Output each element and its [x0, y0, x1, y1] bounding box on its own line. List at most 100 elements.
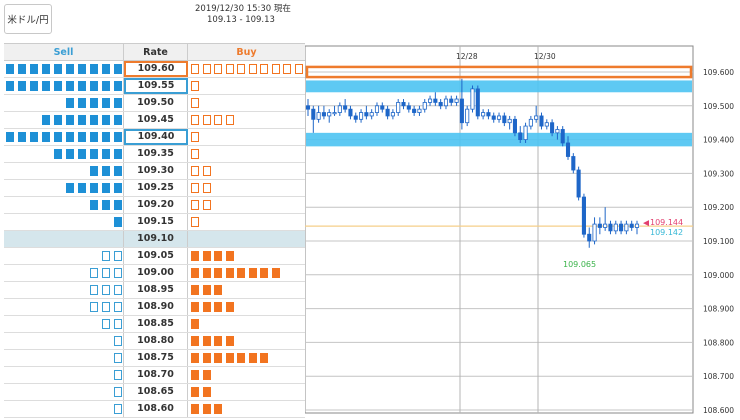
sell-volume-block — [90, 183, 98, 193]
buy-volume-block — [260, 268, 268, 278]
sell-volume — [4, 333, 124, 349]
sell-volume-block — [6, 81, 14, 91]
buy-volume — [188, 61, 305, 77]
buy-volume-block — [191, 217, 199, 227]
buy-volume-block — [191, 285, 199, 295]
sell-volume-block — [90, 166, 98, 176]
sell-volume-block — [90, 200, 98, 210]
order-book-row: 108.70 — [4, 367, 305, 384]
buy-volume — [188, 299, 305, 315]
candle-body — [465, 108, 470, 124]
buy-header: Buy — [236, 47, 257, 58]
buy-volume — [188, 180, 305, 196]
sell-volume-block — [102, 319, 110, 329]
buy-volume-block — [191, 319, 199, 329]
sell-volume — [4, 350, 124, 366]
sell-volume — [4, 401, 124, 417]
order-book-row: 108.95 — [4, 282, 305, 299]
sell-volume-block — [42, 115, 50, 125]
buy-volume-block — [225, 115, 234, 125]
candle-body — [343, 105, 348, 110]
candle-body — [507, 118, 512, 124]
sell-volume-block — [90, 268, 98, 278]
rate-cell: 108.70 — [124, 367, 188, 383]
candle-body — [475, 88, 480, 117]
sell-volume-block — [30, 81, 38, 91]
rate-cell: 108.60 — [124, 401, 188, 417]
sell-volume — [4, 316, 124, 332]
sell-volume-block — [90, 302, 98, 312]
buy-volume-block — [191, 404, 199, 414]
buy-volume — [188, 95, 305, 111]
sell-volume — [4, 180, 124, 196]
buy-volume — [188, 350, 305, 366]
order-book-row: 109.55 — [4, 78, 305, 95]
candle-body — [385, 108, 390, 117]
sell-volume — [4, 231, 124, 247]
low-price-label: 109.065 — [563, 260, 596, 269]
buy-volume-block — [260, 64, 268, 74]
candle-body — [443, 98, 449, 107]
buy-volume-block — [202, 387, 211, 397]
order-book-row: 109.30 — [4, 163, 305, 180]
buy-volume-block — [191, 81, 199, 91]
rate-cell: 109.00 — [124, 265, 188, 281]
buy-volume-block — [260, 353, 268, 363]
candle-body — [396, 102, 401, 113]
sell-volume — [4, 78, 124, 94]
sell-volume-block — [102, 183, 110, 193]
currency-pair-button[interactable]: 米ドル/円 — [4, 4, 52, 34]
rate-cell: 108.95 — [124, 282, 188, 298]
sell-volume-block — [90, 285, 98, 295]
candle-body — [603, 223, 608, 228]
buy-volume-block — [191, 370, 199, 380]
candle-body — [523, 125, 528, 141]
sell-volume — [4, 384, 124, 400]
rate-cell: 109.25 — [124, 180, 188, 196]
highlight-band — [306, 132, 692, 147]
candle-body — [433, 98, 438, 103]
sell-volume-block — [66, 149, 74, 159]
candle-body — [571, 156, 576, 171]
candle-body — [316, 112, 321, 120]
buy-volume-block — [271, 64, 280, 74]
buy-volume-block — [191, 183, 199, 193]
sell-volume-block — [102, 251, 110, 261]
price-range: 109.13 - 109.13 — [207, 15, 275, 25]
sell-volume-block — [102, 64, 110, 74]
x-tick-label: 12/30 — [534, 52, 556, 61]
candle-body — [555, 129, 560, 134]
sell-volume-block — [78, 115, 86, 125]
buy-volume-block — [202, 336, 211, 346]
candle-body — [359, 112, 364, 120]
candle-body — [364, 112, 369, 117]
sell-volume-block — [102, 132, 110, 142]
sell-volume-block — [102, 166, 110, 176]
buy-volume — [188, 248, 305, 264]
buy-volume-block — [191, 251, 199, 261]
y-tick-label: 108.800 — [703, 338, 734, 347]
candle-body — [311, 108, 316, 120]
rate-cell: 109.05 — [124, 248, 188, 264]
order-book-row: 108.80 — [4, 333, 305, 350]
sell-volume-block — [114, 387, 122, 397]
order-book-row: 109.25 — [4, 180, 305, 197]
sell-volume-block — [114, 302, 122, 312]
rate-cell: 109.45 — [124, 112, 188, 128]
buy-volume-block — [225, 336, 234, 346]
candle-body — [619, 223, 624, 232]
order-book-row: 108.60 — [4, 401, 305, 418]
sell-volume — [4, 248, 124, 264]
candle-body — [470, 88, 475, 110]
buy-volume-block — [237, 268, 245, 278]
buy-volume-block — [202, 166, 211, 176]
sell-volume-block — [114, 336, 122, 346]
candle-body — [581, 196, 586, 235]
buy-volume — [188, 367, 305, 383]
rate-cell: 109.30 — [124, 163, 188, 179]
order-book-row: 108.90 — [4, 299, 305, 316]
buy-volume — [188, 282, 305, 298]
candle-body — [406, 105, 411, 110]
buy-volume-block — [191, 200, 199, 210]
sell-volume-block — [114, 268, 122, 278]
